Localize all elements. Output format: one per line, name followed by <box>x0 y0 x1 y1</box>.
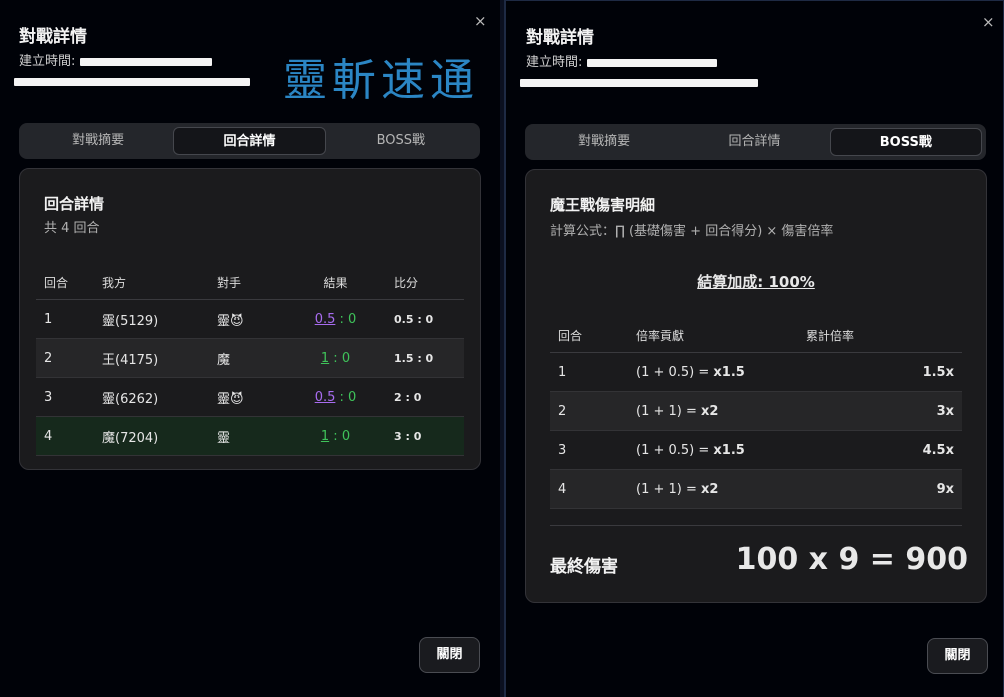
self-unit: 靈(6262) <box>101 377 216 417</box>
dialog-title: 對戰詳情 <box>19 27 87 47</box>
table-row: 3 (1 + 0.5) = x1.5 4.5x <box>550 430 962 470</box>
self-unit: 魔(7204) <box>101 416 216 456</box>
created-time: 建立時間: <box>526 51 717 70</box>
tab-round-details[interactable]: 回合詳情 <box>173 127 326 155</box>
card-title: 魔王戰傷害明細 <box>550 196 656 214</box>
table-header-row: 回合 我方 對手 結果 比分 <box>36 265 464 300</box>
round-number: 2 <box>550 391 635 431</box>
divider <box>550 525 962 526</box>
final-damage-value: 100 x 9 = 900 <box>735 542 968 577</box>
redacted-timestamp <box>586 58 717 67</box>
match-details-dialog-rounds: 對戰詳情 × 建立時間: 靈斬速通 對戰摘要 回合詳情 BOSS戰 回合詳情 共… <box>0 0 500 697</box>
round-details-card: 回合詳情 共 4 回合 回合 我方 對手 結果 比分 1 靈(5129) 靈😈 … <box>19 168 481 470</box>
result-right: 0 <box>348 311 357 327</box>
round-number: 3 <box>550 430 635 470</box>
table-row: 2 王(4175) 魔 1 : 0 1.5 : 0 <box>36 338 464 378</box>
tab-bar: 對戰摘要 回合詳情 BOSS戰 <box>19 123 480 159</box>
multiplier-contribution: (1 + 1) = x2 <box>635 391 805 431</box>
round-result: 1 : 0 <box>293 338 378 378</box>
table-header-row: 回合 倍率貢獻 累計倍率 <box>550 318 962 353</box>
result-left-link[interactable]: 0.5 <box>315 390 336 405</box>
col-header-opponent: 對手 <box>216 265 293 300</box>
tab-bar: 對戰摘要 回合詳情 BOSS戰 <box>525 124 986 160</box>
table-row: 4 魔(7204) 靈 1 : 0 3 : 0 <box>36 416 464 456</box>
result-right: 0 <box>348 389 357 405</box>
tab-boss[interactable]: BOSS戰 <box>326 127 476 155</box>
created-time: 建立時間: <box>19 50 212 69</box>
cumulative-multiplier: 4.5x <box>805 430 962 470</box>
dialog-title: 對戰詳情 <box>526 28 594 48</box>
tab-boss[interactable]: BOSS戰 <box>829 128 982 156</box>
result-left-link[interactable]: 0.5 <box>315 312 336 327</box>
col-header-round: 回合 <box>36 265 101 300</box>
opponent-unit: 靈😈 <box>216 299 293 339</box>
opponent-unit: 靈 <box>216 416 293 456</box>
self-unit: 靈(5129) <box>101 299 216 339</box>
created-time-label: 建立時間: <box>526 55 583 70</box>
table-row: 1 靈(5129) 靈😈 0.5 : 0 0.5 : 0 <box>36 299 464 339</box>
round-result: 0.5 : 0 <box>293 377 378 417</box>
self-unit: 王(4175) <box>101 338 216 378</box>
multiplier-contribution: (1 + 0.5) = x1.5 <box>635 352 805 392</box>
redacted-info <box>520 79 758 87</box>
created-time-label: 建立時間: <box>19 54 76 69</box>
result-right: 0 <box>341 350 351 366</box>
round-number: 2 <box>36 338 101 378</box>
final-damage-label: 最終傷害 <box>550 557 618 577</box>
multiplier-contribution: (1 + 1) = x2 <box>635 469 805 509</box>
cumulative-multiplier: 1.5x <box>805 352 962 392</box>
table-row: 2 (1 + 1) = x2 3x <box>550 391 962 431</box>
cumulative-multiplier: 3x <box>805 391 962 431</box>
running-score: 3 : 0 <box>378 416 464 456</box>
boss-damage-card: 魔王戰傷害明細 計算公式：∏ (基礎傷害 + 回合得分) × 傷害倍率 結算加成… <box>525 169 987 603</box>
round-result: 1 : 0 <box>293 416 378 456</box>
col-header-result: 結果 <box>293 265 378 300</box>
match-details-dialog-boss: 對戰詳情 × 建立時間: 對戰摘要 回合詳情 BOSS戰 魔王戰傷害明細 計算公… <box>504 0 1004 697</box>
close-button[interactable]: 關閉 <box>419 637 480 673</box>
result-right: 0 <box>341 428 351 444</box>
round-number: 1 <box>550 352 635 392</box>
multiplier-contribution: (1 + 0.5) = x1.5 <box>635 430 805 470</box>
col-header-contribution: 倍率貢獻 <box>635 318 805 353</box>
result-left-link[interactable]: 1 <box>321 351 329 366</box>
opponent-unit: 靈😈 <box>216 377 293 417</box>
opponent-unit: 魔 <box>216 338 293 378</box>
result-left-link[interactable]: 1 <box>321 429 329 444</box>
boss-multiplier-table: 回合 倍率貢獻 累計倍率 1 (1 + 0.5) = x1.5 1.5x 2 (… <box>550 318 962 509</box>
close-icon[interactable]: × <box>982 13 995 31</box>
col-header-score: 比分 <box>378 265 464 300</box>
close-icon[interactable]: × <box>474 12 487 30</box>
redacted-info <box>14 78 250 86</box>
tab-round-details[interactable]: 回合詳情 <box>679 128 829 156</box>
settlement-bonus: 結算加成: 100% <box>697 273 815 291</box>
round-count: 共 4 回合 <box>44 221 100 236</box>
round-number: 4 <box>550 469 635 509</box>
table-row: 1 (1 + 0.5) = x1.5 1.5x <box>550 352 962 392</box>
round-number: 1 <box>36 299 101 339</box>
damage-formula: 計算公式：∏ (基礎傷害 + 回合得分) × 傷害倍率 <box>550 224 834 239</box>
table-row: 3 靈(6262) 靈😈 0.5 : 0 2 : 0 <box>36 377 464 417</box>
redacted-timestamp <box>79 57 212 66</box>
round-number: 4 <box>36 416 101 456</box>
table-row: 4 (1 + 1) = x2 9x <box>550 469 962 509</box>
running-score: 0.5 : 0 <box>378 299 464 339</box>
col-header-cumulative: 累計倍率 <box>805 318 962 353</box>
round-result: 0.5 : 0 <box>293 299 378 339</box>
close-button[interactable]: 關閉 <box>927 638 988 674</box>
tab-summary[interactable]: 對戰摘要 <box>529 128 679 156</box>
col-header-self: 我方 <box>101 265 216 300</box>
rounds-table: 回合 我方 對手 結果 比分 1 靈(5129) 靈😈 0.5 : 0 0.5 … <box>36 265 464 456</box>
watermark-logo-text: 靈斬速通 <box>283 55 479 106</box>
running-score: 1.5 : 0 <box>378 338 464 378</box>
round-number: 3 <box>36 377 101 417</box>
running-score: 2 : 0 <box>378 377 464 417</box>
cumulative-multiplier: 9x <box>805 469 962 509</box>
col-header-round: 回合 <box>550 318 635 353</box>
tab-summary[interactable]: 對戰摘要 <box>23 127 173 155</box>
card-title: 回合詳情 <box>44 195 105 213</box>
